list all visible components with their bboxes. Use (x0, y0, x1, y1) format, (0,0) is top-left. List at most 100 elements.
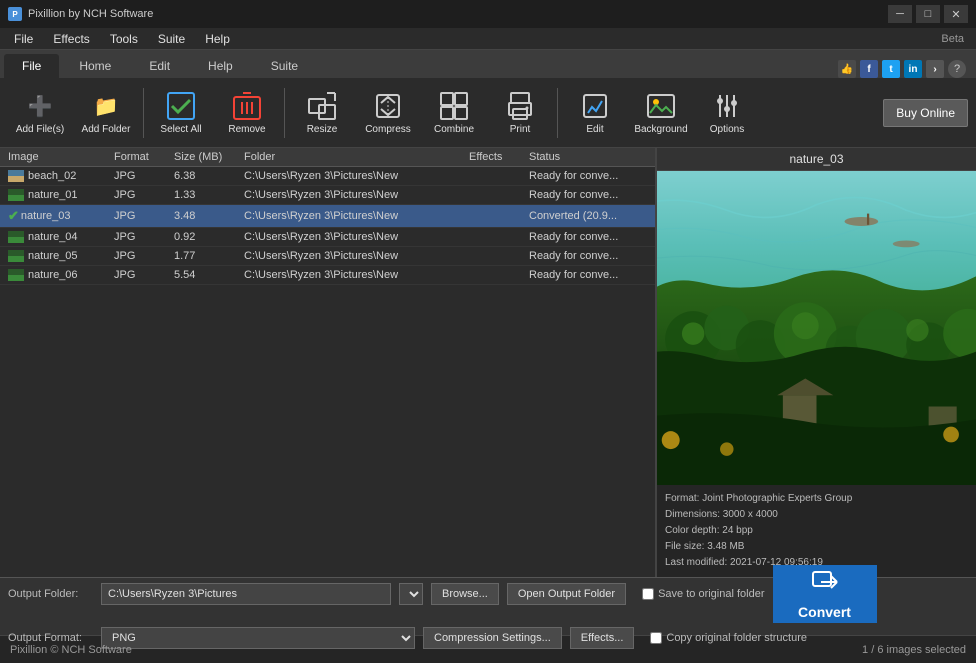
preview-file-size: File size: 3.48 MB (665, 539, 968, 555)
col-header-effects: Effects (465, 151, 525, 163)
menu-bar: File Effects Tools Suite Help Beta (0, 28, 976, 50)
format-cell: JPG (110, 170, 170, 182)
folder-cell: C:\Users\Ryzen 3\Pictures\New (240, 231, 465, 243)
table-row[interactable]: ✔ nature_03 JPG 3.48 C:\Users\Ryzen 3\Pi… (0, 205, 655, 228)
convert-button[interactable]: Convert (773, 565, 877, 623)
menu-effects[interactable]: Effects (43, 30, 99, 48)
folder-cell: C:\Users\Ryzen 3\Pictures\New (240, 250, 465, 262)
output-format-label: Output Format: (8, 632, 93, 644)
maximize-button[interactable]: □ (916, 5, 940, 23)
table-row[interactable]: nature_05 JPG 1.77 C:\Users\Ryzen 3\Pict… (0, 247, 655, 266)
col-header-folder: Folder (240, 151, 465, 163)
table-row[interactable]: nature_04 JPG 0.92 C:\Users\Ryzen 3\Pict… (0, 228, 655, 247)
col-header-format: Format (110, 151, 170, 163)
save-original-checkbox-area: Save to original folder (642, 588, 764, 600)
linkedin-icon[interactable]: in (904, 60, 922, 78)
buy-online-button[interactable]: Buy Online (883, 99, 968, 127)
options-button[interactable]: Options (695, 83, 759, 143)
size-cell: 5.54 (170, 269, 240, 281)
compress-label: Compress (365, 124, 411, 135)
status-cell: Ready for conve... (525, 189, 655, 201)
bottom-bar: Output Folder: ▼ Browse... Open Output F… (0, 577, 976, 635)
format-cell: JPG (110, 250, 170, 262)
menu-file[interactable]: File (4, 30, 43, 48)
facebook-icon[interactable]: f (860, 60, 878, 78)
status-cell: Ready for conve... (525, 170, 655, 182)
add-files-button[interactable]: ➕ Add File(s) (8, 83, 72, 143)
select-all-button[interactable]: Select All (149, 83, 213, 143)
size-cell: 1.77 (170, 250, 240, 262)
file-list-panel: Image Format Size (MB) Folder Effects St… (0, 148, 656, 577)
menu-items: File Effects Tools Suite Help (4, 30, 240, 48)
thumb-icon[interactable]: 👍 (838, 60, 856, 78)
preview-svg (657, 171, 976, 485)
remove-button[interactable]: Remove (215, 83, 279, 143)
background-icon (645, 90, 677, 122)
minimize-button[interactable]: ─ (888, 5, 912, 23)
remove-label: Remove (228, 124, 265, 135)
file-name-cell: nature_01 (0, 189, 110, 201)
options-label: Options (710, 124, 744, 135)
output-folder-dropdown[interactable]: ▼ (399, 583, 423, 605)
output-folder-label: Output Folder: (8, 588, 93, 600)
print-icon (504, 90, 536, 122)
convert-icon (811, 568, 839, 602)
combine-button[interactable]: Combine (422, 83, 486, 143)
menu-tools[interactable]: Tools (100, 30, 148, 48)
beta-badge: Beta (941, 33, 972, 45)
effects-button[interactable]: Effects... (570, 627, 635, 649)
preview-info: Format: Joint Photographic Experts Group… (657, 485, 976, 577)
tab-help[interactable]: Help (190, 54, 251, 78)
folder-cell: C:\Users\Ryzen 3\Pictures\New (240, 269, 465, 281)
menu-help[interactable]: Help (195, 30, 240, 48)
status-cell: Ready for conve... (525, 250, 655, 262)
edit-icon (579, 90, 611, 122)
folder-cell: C:\Users\Ryzen 3\Pictures\New (240, 170, 465, 182)
ribbon-social: 👍 f t in › ? (838, 60, 972, 78)
compress-button[interactable]: Compress (356, 83, 420, 143)
close-button[interactable]: ✕ (944, 5, 968, 23)
print-button[interactable]: Print (488, 83, 552, 143)
file-thumb-nature-05 (8, 250, 24, 262)
preview-panel: nature_03 (656, 148, 976, 577)
save-original-checkbox[interactable] (642, 588, 654, 600)
more-social-icon[interactable]: › (926, 60, 944, 78)
tab-home[interactable]: Home (61, 54, 129, 78)
twitter-icon[interactable]: t (882, 60, 900, 78)
table-row[interactable]: beach_02 JPG 6.38 C:\Users\Ryzen 3\Pictu… (0, 167, 655, 186)
main-content: Image Format Size (MB) Folder Effects St… (0, 148, 976, 577)
preview-title: nature_03 (657, 148, 976, 171)
tab-suite[interactable]: Suite (253, 54, 316, 78)
combine-label: Combine (434, 124, 474, 135)
output-folder-row: Output Folder: ▼ Browse... Open Output F… (8, 565, 968, 623)
browse-button[interactable]: Browse... (431, 583, 499, 605)
add-files-icon: ➕ (24, 90, 56, 122)
add-folder-label: Add Folder (82, 124, 131, 135)
table-header: Image Format Size (MB) Folder Effects St… (0, 148, 655, 167)
converted-checkmark: ✔ (8, 208, 19, 224)
col-header-size: Size (MB) (170, 151, 240, 163)
open-output-button[interactable]: Open Output Folder (507, 583, 626, 605)
tab-edit[interactable]: Edit (131, 54, 188, 78)
col-header-image: Image (0, 151, 110, 163)
add-folder-button[interactable]: 📁 Add Folder (74, 83, 138, 143)
resize-label: Resize (307, 124, 338, 135)
help-circle-icon[interactable]: ? (948, 60, 966, 78)
edit-button[interactable]: Edit (563, 83, 627, 143)
table-row[interactable]: nature_01 JPG 1.33 C:\Users\Ryzen 3\Pict… (0, 186, 655, 205)
table-row[interactable]: nature_06 JPG 5.54 C:\Users\Ryzen 3\Pict… (0, 266, 655, 285)
copy-structure-label: Copy original folder structure (666, 632, 807, 644)
background-button[interactable]: Background (629, 83, 693, 143)
app-title: Pixillion by NCH Software (28, 8, 153, 20)
status-cell: Ready for conve... (525, 231, 655, 243)
select-all-icon (165, 90, 197, 122)
tab-file[interactable]: File (4, 54, 59, 78)
menu-suite[interactable]: Suite (148, 30, 195, 48)
compression-settings-button[interactable]: Compression Settings... (423, 627, 562, 649)
output-format-select[interactable]: PNG JPG BMP GIF TIFF WEBP (101, 627, 415, 649)
copy-structure-checkbox[interactable] (650, 632, 662, 644)
folder-cell: C:\Users\Ryzen 3\Pictures\New (240, 189, 465, 201)
output-folder-input[interactable] (101, 583, 391, 605)
file-thumb-nature-06 (8, 269, 24, 281)
resize-button[interactable]: Resize (290, 83, 354, 143)
